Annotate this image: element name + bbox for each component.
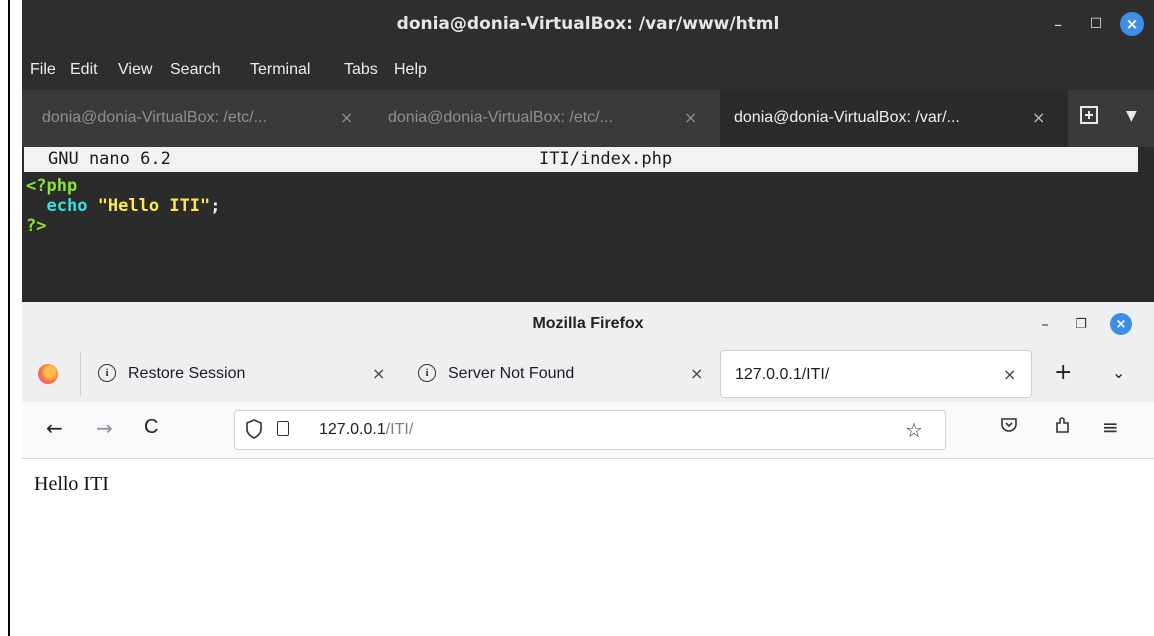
list-all-tabs-icon[interactable]: ⌄: [1112, 363, 1125, 382]
tab-divider: [80, 352, 81, 396]
menu-file[interactable]: File: [30, 61, 56, 79]
dropdown-icon[interactable]: ▼: [1126, 108, 1137, 124]
terminal-tab-2[interactable]: donia@donia-VirtualBox: /etc/... ×: [372, 90, 718, 147]
new-tab-icon[interactable]: [1077, 105, 1101, 129]
navigation-toolbar: ← → C 127.0.0.1/ITI/ ☆ ≡: [22, 402, 1154, 459]
php-close-tag: ?>: [26, 216, 47, 236]
terminal-tab-3[interactable]: donia@donia-VirtualBox: /var/... ×: [720, 90, 1068, 147]
terminal-window: donia@donia-VirtualBox: /var/www/html – …: [22, 0, 1154, 302]
menu-edit[interactable]: Edit: [70, 61, 98, 79]
close-tab-icon[interactable]: ×: [340, 108, 353, 127]
code-string: "Hello ITI": [97, 196, 211, 216]
code-semicolon: ;: [210, 196, 221, 216]
close-button[interactable]: ×: [1110, 313, 1132, 335]
firefox-window: Mozilla Firefox – ❐ × i Restore Session …: [22, 302, 1154, 636]
forward-icon[interactable]: →: [96, 416, 113, 440]
nano-editor[interactable]: <?php echo "Hello ITI"; ?>: [26, 176, 221, 236]
tab-label: Restore Session: [128, 365, 246, 382]
close-tab-icon[interactable]: ×: [690, 364, 703, 383]
hamburger-menu-icon[interactable]: ≡: [1102, 415, 1119, 439]
menu-help[interactable]: Help: [394, 61, 427, 79]
bookmark-star-icon[interactable]: ☆: [905, 418, 923, 442]
tab-active-iti[interactable]: 127.0.0.1/ITI/ ×: [720, 350, 1032, 398]
back-icon[interactable]: ←: [46, 416, 63, 440]
extensions-icon[interactable]: [1054, 415, 1072, 440]
info-icon: i: [418, 364, 436, 382]
tab-label: 127.0.0.1/ITI/: [735, 366, 830, 383]
nano-filename: ITI/index.php: [539, 149, 673, 169]
page-text: Hello ITI: [34, 473, 109, 495]
restore-button[interactable]: ❐: [1070, 313, 1092, 335]
url-host: 127.0.0.1: [319, 421, 386, 438]
terminal-menubar: File Edit View Search Terminal Tabs Help: [22, 52, 1154, 90]
firefox-logo-icon[interactable]: [38, 364, 58, 384]
terminal-tabbar: donia@donia-VirtualBox: /etc/... × donia…: [22, 90, 1154, 147]
php-open-tag: <?php: [26, 176, 78, 196]
info-icon: i: [98, 364, 116, 382]
menu-view[interactable]: View: [118, 61, 152, 79]
shield-icon[interactable]: [245, 419, 263, 444]
terminal-title: donia@donia-VirtualBox: /var/www/html: [396, 14, 780, 34]
firefox-title: Mozilla Firefox: [532, 315, 644, 332]
close-tab-icon[interactable]: ×: [684, 108, 697, 127]
menu-terminal[interactable]: Terminal: [250, 61, 310, 79]
new-tab-button[interactable]: +: [1054, 360, 1072, 385]
tab-server-not-found[interactable]: i Server Not Found ×: [402, 346, 718, 402]
nano-version: GNU nano 6.2: [48, 149, 171, 169]
page-content: Hello ITI: [22, 459, 1154, 636]
url-text[interactable]: 127.0.0.1/ITI/: [319, 421, 413, 439]
minimize-button[interactable]: –: [1046, 12, 1070, 36]
firefox-tabbar: i Restore Session × i Server Not Found ×…: [22, 346, 1154, 402]
screenshot-border-left: [8, 0, 10, 636]
menu-tabs[interactable]: Tabs: [344, 61, 378, 79]
tab-restore-session[interactable]: i Restore Session ×: [82, 346, 402, 402]
tab-label: donia@donia-VirtualBox: /var/...: [734, 109, 960, 126]
close-tab-icon[interactable]: ×: [1003, 365, 1016, 384]
url-path: /ITI/: [385, 421, 414, 438]
tab-label: donia@donia-VirtualBox: /etc/...: [388, 109, 613, 126]
tab-label: Server Not Found: [448, 365, 575, 382]
firefox-titlebar: Mozilla Firefox – ❐ ×: [22, 302, 1154, 346]
nano-header: GNU nano 6.2 ITI/index.php: [24, 147, 1138, 172]
pocket-icon[interactable]: [1000, 415, 1018, 439]
terminal-tab-1[interactable]: donia@donia-VirtualBox: /etc/... ×: [22, 90, 372, 147]
terminal-titlebar: donia@donia-VirtualBox: /var/www/html – …: [22, 0, 1154, 52]
maximize-button[interactable]: ☐: [1084, 12, 1108, 36]
close-tab-icon[interactable]: ×: [372, 364, 385, 383]
reload-icon[interactable]: C: [144, 416, 158, 439]
address-bar[interactable]: 127.0.0.1/ITI/ ☆: [234, 410, 946, 450]
menu-search[interactable]: Search: [170, 61, 221, 79]
code-keyword: echo: [46, 196, 88, 216]
minimize-button[interactable]: –: [1034, 313, 1056, 335]
close-tab-icon[interactable]: ×: [1032, 108, 1045, 127]
close-button[interactable]: ×: [1120, 12, 1144, 36]
tab-label: donia@donia-VirtualBox: /etc/...: [42, 109, 267, 126]
page-icon: [277, 421, 289, 436]
